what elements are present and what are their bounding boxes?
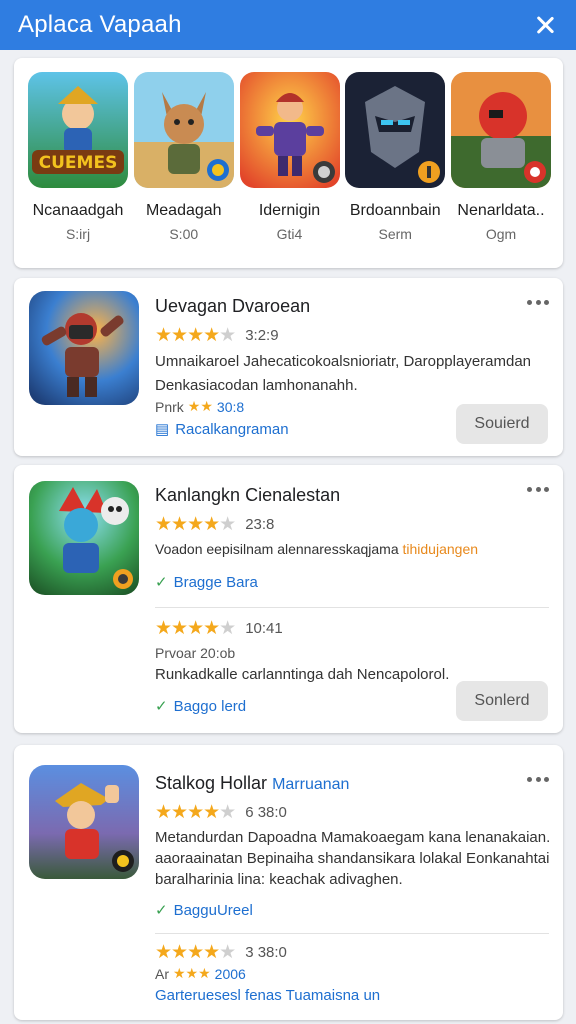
- rating-value: 3:2:9: [245, 327, 279, 344]
- app-meta: Ar ★★★ 2006: [155, 965, 246, 982]
- rating-stars: ★★★★ ★ 3 38:0: [155, 942, 287, 963]
- app-icon[interactable]: [29, 481, 139, 595]
- game-logo-text: CUEMES: [39, 153, 118, 173]
- game-size: Serm: [378, 226, 412, 242]
- app-link[interactable]: ✓ BagguUreel: [155, 901, 253, 920]
- rating-stars: ★★★★ ★ 3:2:9: [155, 325, 279, 346]
- game-size: Gti4: [276, 226, 303, 242]
- header-title: Aplaca Vapaah: [18, 11, 182, 38]
- rating-value: 23:8: [245, 516, 275, 533]
- featured-game[interactable]: CUEMES Ncanaadgah S:irj: [28, 72, 128, 268]
- app-title[interactable]: Uevagan Dvaroean: [155, 296, 310, 317]
- app-icon[interactable]: [29, 291, 139, 405]
- install-button[interactable]: Souierd: [456, 404, 548, 444]
- app-header: Aplaca Vapaah: [0, 0, 576, 50]
- app-link[interactable]: ▤ Racalkangraman: [155, 420, 289, 439]
- divider: [155, 607, 549, 608]
- app-title[interactable]: Kanlangkn Cienalestan: [155, 485, 340, 506]
- rating-stars: ★★★★ ★ 23:8: [155, 514, 275, 535]
- close-icon[interactable]: [532, 12, 558, 38]
- rating-value: 10:41: [245, 620, 283, 637]
- app-meta: Pnrk ★★ 30:8: [155, 398, 245, 415]
- game-size: Ogm: [485, 226, 517, 242]
- game-name: Brdoannbain: [349, 202, 441, 219]
- game-name: Ncanaadgah: [32, 202, 124, 219]
- app-description: Umnaikaroel Jahecaticokoalsnioriatr, Dar…: [155, 353, 532, 394]
- rating-stars: ★★★★ ★ 10:41: [155, 618, 283, 639]
- rating-value: 6 38:0: [245, 804, 287, 821]
- app-card[interactable]: Uevagan Dvaroean ★★★★ ★ 3:2:9 Umnaikaroel…: [14, 278, 563, 456]
- game-thumbnail[interactable]: CUEMES: [28, 72, 128, 188]
- more-options-icon[interactable]: [527, 487, 549, 493]
- app-sub-label: Prvoar 20:ob: [155, 645, 236, 661]
- game-thumbnail[interactable]: [133, 72, 234, 188]
- app-description: Metandurdan Dapoadna Mamakoaegam kana le…: [155, 829, 551, 888]
- check-icon: ✓: [155, 698, 168, 715]
- divider: [155, 933, 549, 934]
- app-description: Voadon eepisilnam alennaresskaqjama tihi…: [155, 541, 479, 557]
- game-size: S:00: [169, 226, 199, 242]
- check-icon: ✓: [155, 902, 168, 919]
- app-footer-link[interactable]: Garteruesesl fenas Tuamaisna un: [155, 987, 380, 1004]
- app-card[interactable]: Kanlangkn Cienalestan ★★★★ ★ 23:8 Voadon …: [14, 465, 563, 733]
- game-name: Nenarldata..: [457, 202, 545, 219]
- game-size: S:irj: [65, 226, 91, 242]
- game-thumbnail[interactable]: [345, 72, 446, 188]
- more-options-icon[interactable]: [527, 300, 549, 306]
- featured-games-strip: CUEMES Ncanaadgah S:irj Meadagah S:00 Id…: [14, 58, 563, 268]
- app-link[interactable]: ✓ Baggo lerd: [155, 697, 246, 716]
- app-link[interactable]: ✓ Bragge Bara: [155, 573, 258, 592]
- tag-icon: ▤: [155, 421, 170, 438]
- game-thumbnail[interactable]: [451, 72, 551, 188]
- game-name: Meadagah: [145, 202, 222, 219]
- app-card[interactable]: Stalkog Hollar Marruanan ★★★★ ★ 6 38:0 Me…: [14, 745, 563, 1020]
- app-icon[interactable]: [29, 765, 139, 879]
- app-sub-description: Runkadkalle carlanntinga dah Nencapoloro…: [155, 666, 450, 683]
- game-name: Idernigin: [258, 202, 321, 219]
- game-thumbnail[interactable]: [239, 72, 340, 188]
- rating-stars: ★★★★ ★ 6 38:0: [155, 802, 287, 823]
- featured-game[interactable]: Brdoannbain Serm: [345, 72, 446, 268]
- more-options-icon[interactable]: [527, 777, 549, 783]
- rating-value: 3 38:0: [245, 944, 287, 961]
- install-button[interactable]: Sonlerd: [456, 681, 548, 721]
- featured-game[interactable]: Meadagah S:00: [133, 72, 234, 268]
- check-icon: ✓: [155, 574, 168, 591]
- featured-game[interactable]: Idernigin Gti4: [239, 72, 340, 268]
- featured-game[interactable]: Nenarldata.. Ogm: [451, 72, 551, 268]
- app-title[interactable]: Stalkog Hollar Marruanan: [155, 773, 349, 794]
